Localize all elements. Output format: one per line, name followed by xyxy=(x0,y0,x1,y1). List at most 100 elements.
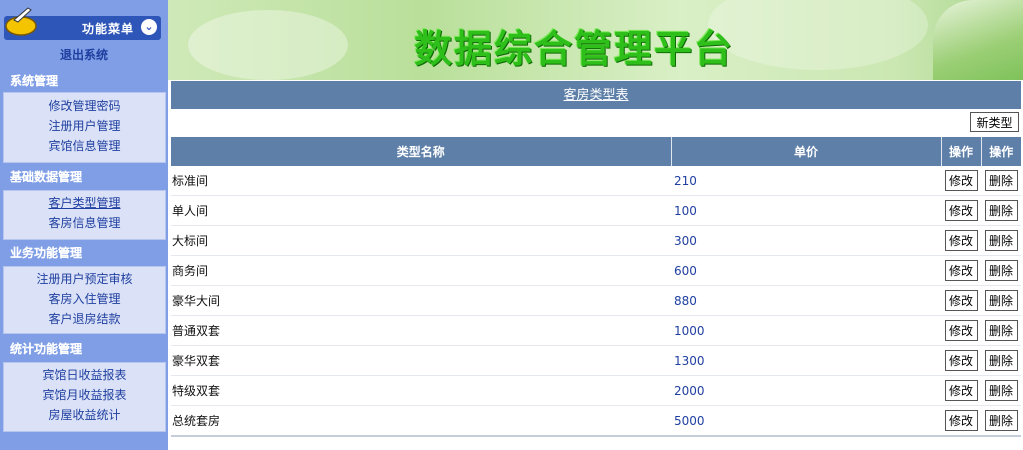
menu-item-room-info[interactable]: 客房信息管理 xyxy=(4,213,165,233)
column-header-edit: 操作 xyxy=(941,137,982,166)
edit-button[interactable]: 修改 xyxy=(944,410,978,431)
logout-link[interactable]: 退出系统 xyxy=(0,46,168,63)
delete-button[interactable]: 删除 xyxy=(984,350,1018,371)
delete-button[interactable]: 删除 xyxy=(984,260,1018,281)
edit-cell: 修改 xyxy=(941,315,982,346)
delete-button[interactable]: 删除 xyxy=(984,200,1018,221)
menu-item-booking-review[interactable]: 注册用户预定审核 xyxy=(4,269,165,289)
table-header-row: 类型名称 单价 操作 操作 xyxy=(171,137,1021,166)
type-name-cell: 商务间 xyxy=(171,255,671,286)
price-cell: 100 xyxy=(671,195,942,226)
collapse-icon[interactable]: ⌄ xyxy=(141,19,157,35)
delete-button[interactable]: 删除 xyxy=(984,290,1018,311)
price-cell: 1000 xyxy=(671,315,942,346)
delete-cell: 删除 xyxy=(981,345,1021,376)
menu-item-customer-type[interactable]: 客户类型管理 xyxy=(4,193,165,213)
price-cell: 300 xyxy=(671,225,942,256)
type-name-cell: 总统套房 xyxy=(171,405,671,437)
new-type-button[interactable]: 新类型 xyxy=(970,112,1019,132)
price-cell: 1300 xyxy=(671,345,942,376)
edit-cell: 修改 xyxy=(941,285,982,316)
table-row: 单人间 100 修改 删除 xyxy=(171,195,1021,226)
banner-decoration xyxy=(708,0,928,70)
delete-cell: 删除 xyxy=(981,255,1021,286)
section-business: 注册用户预定审核 客房入住管理 客户退房结款 xyxy=(3,266,166,334)
delete-cell: 删除 xyxy=(981,195,1021,226)
type-name-cell: 大标间 xyxy=(171,225,671,256)
menu-item-hotel-info[interactable]: 宾馆信息管理 xyxy=(4,136,165,156)
menu-header: 功能菜单 ⌄ xyxy=(4,7,161,40)
table-row: 总统套房 5000 修改 删除 xyxy=(171,405,1021,437)
type-name-cell: 单人间 xyxy=(171,195,671,226)
delete-button[interactable]: 删除 xyxy=(984,170,1018,191)
table-row: 普通双套 1000 修改 删除 xyxy=(171,315,1021,346)
table-row: 豪华双套 1300 修改 删除 xyxy=(171,345,1021,376)
column-header-price: 单价 xyxy=(671,137,942,166)
edit-cell: 修改 xyxy=(941,405,982,437)
delete-cell: 删除 xyxy=(981,405,1021,437)
delete-button[interactable]: 删除 xyxy=(984,320,1018,341)
section-title-stats: 统计功能管理 xyxy=(10,342,83,356)
edit-cell: 修改 xyxy=(941,225,982,256)
delete-cell: 删除 xyxy=(981,225,1021,256)
type-name-cell: 豪华大间 xyxy=(171,285,671,316)
edit-button[interactable]: 修改 xyxy=(944,290,978,311)
edit-cell: 修改 xyxy=(941,255,982,286)
delete-button[interactable]: 删除 xyxy=(984,380,1018,401)
menu-item-user-management[interactable]: 注册用户管理 xyxy=(4,116,165,136)
banner-decoration xyxy=(188,10,348,80)
type-name-cell: 特级双套 xyxy=(171,375,671,406)
price-cell: 210 xyxy=(671,166,942,196)
banner-figure-image xyxy=(933,0,1023,80)
type-name-cell: 标准间 xyxy=(171,166,671,196)
delete-cell: 删除 xyxy=(981,315,1021,346)
section-title-basic: 基础数据管理 xyxy=(10,170,83,184)
edit-button[interactable]: 修改 xyxy=(944,170,978,191)
logo-icon xyxy=(5,7,37,36)
menu-item-daily-report[interactable]: 宾馆日收益报表 xyxy=(4,365,165,385)
price-cell: 2000 xyxy=(671,375,942,406)
section-title-system: 系统管理 xyxy=(10,74,59,88)
edit-button[interactable]: 修改 xyxy=(944,260,978,281)
menu-item-checkout[interactable]: 客户退房结款 xyxy=(4,309,165,329)
delete-cell: 删除 xyxy=(981,375,1021,406)
section-basic: 客户类型管理 客房信息管理 xyxy=(3,190,166,240)
column-header-type-name: 类型名称 xyxy=(171,137,672,166)
table-row: 特级双套 2000 修改 删除 xyxy=(171,375,1021,406)
room-type-table: 类型名称 单价 操作 操作 标准间 210 修改 删除 单人间 100 修改 删除 大标间 300… xyxy=(171,137,1021,437)
edit-button[interactable]: 修改 xyxy=(944,200,978,221)
edit-button[interactable]: 修改 xyxy=(944,320,978,341)
sidebar: 功能菜单 ⌄ 退出系统 系统管理 修改管理密码 注册用户管理 宾馆信息管理 基础… xyxy=(0,0,168,450)
menu-item-change-password[interactable]: 修改管理密码 xyxy=(4,96,165,116)
price-cell: 5000 xyxy=(671,405,942,437)
table-row: 豪华大间 880 修改 删除 xyxy=(171,285,1021,316)
delete-button[interactable]: 删除 xyxy=(984,410,1018,431)
edit-button[interactable]: 修改 xyxy=(944,380,978,401)
menu-title: 功能菜单 xyxy=(82,22,135,36)
edit-cell: 修改 xyxy=(941,195,982,226)
page-title-link[interactable]: 客房类型表 xyxy=(563,88,628,103)
menu-item-room-revenue[interactable]: 房屋收益统计 xyxy=(4,405,165,425)
type-name-cell: 普通双套 xyxy=(171,315,671,346)
delete-button[interactable]: 删除 xyxy=(984,230,1018,251)
delete-cell: 删除 xyxy=(981,285,1021,316)
edit-cell: 修改 xyxy=(941,345,982,376)
edit-cell: 修改 xyxy=(941,166,982,196)
banner: 数据综合管理平台 xyxy=(168,0,1023,80)
edit-button[interactable]: 修改 xyxy=(944,350,978,371)
edit-button[interactable]: 修改 xyxy=(944,230,978,251)
table-body: 标准间 210 修改 删除 单人间 100 修改 删除 大标间 300 修改 删除 商务间 600 修改 删除… xyxy=(171,166,1021,437)
column-header-delete: 操作 xyxy=(981,137,1021,166)
page-header: 客房类型表 xyxy=(171,81,1021,109)
table-row: 标准间 210 修改 删除 xyxy=(171,166,1021,196)
table-row: 大标间 300 修改 删除 xyxy=(171,225,1021,256)
delete-cell: 删除 xyxy=(981,166,1021,196)
price-cell: 600 xyxy=(671,255,942,286)
section-title-business: 业务功能管理 xyxy=(10,246,83,260)
price-cell: 880 xyxy=(671,285,942,316)
banner-title: 数据综合管理平台 xyxy=(414,26,735,71)
menu-item-checkin[interactable]: 客房入住管理 xyxy=(4,289,165,309)
edit-cell: 修改 xyxy=(941,375,982,406)
menu-item-monthly-report[interactable]: 宾馆月收益报表 xyxy=(4,385,165,405)
table-row: 商务间 600 修改 删除 xyxy=(171,255,1021,286)
